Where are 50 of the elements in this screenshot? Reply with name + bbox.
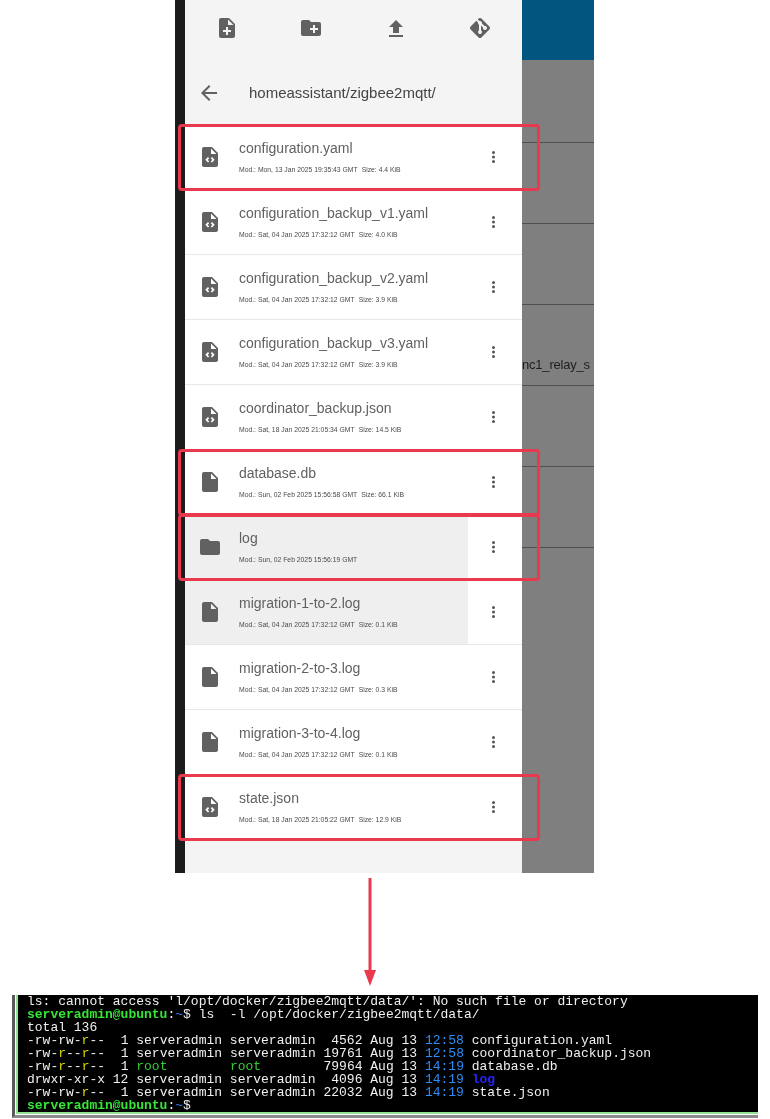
new-folder-icon[interactable] — [301, 20, 322, 36]
terminal-line: ls: cannot access 'l/opt/docker/zigbee2mqtt/data/': No such file or directory — [27, 995, 628, 1008]
code-file-icon — [202, 277, 218, 297]
terminal-line: -rw-rw-r-- 1 serveradmin serveradmin 4562 Aug 13 12:58 configuration.yaml — [27, 1034, 613, 1047]
more-options-icon[interactable] — [491, 801, 495, 813]
file-name: migration-2-to-3.log — [239, 659, 361, 677]
more-options-icon[interactable] — [491, 216, 495, 228]
code-file-icon — [202, 407, 218, 427]
terminal-line: serveradmin@ubuntu:~$ ls -l /opt/docker/zigbee2mqtt/data/ — [27, 1008, 480, 1021]
more-options-icon[interactable] — [491, 541, 495, 553]
app-header-bar — [522, 0, 594, 60]
branch-diamond-icon[interactable] — [469, 18, 490, 38]
folder-path: homeassistant/zigbee2mqtt/ — [249, 84, 436, 101]
terminal-line: -rw-r--r-- 1 serveradmin serveradmin 19761 Aug 13 12:58 coordinator_backup.json — [27, 1047, 652, 1060]
file-name: coordinator_backup.json — [239, 399, 392, 417]
file-name: configuration_backup_v3.yaml — [239, 334, 429, 352]
new-file-icon[interactable] — [219, 18, 236, 38]
file-name: log — [239, 529, 258, 547]
terminal-line: drwxr-xr-x 12 serveradmin serveradmin 4096 Aug 13 14:19 log — [27, 1073, 496, 1086]
terminal-line: total 136 — [27, 1021, 98, 1034]
file-name: configuration_backup_v2.yaml — [239, 269, 429, 287]
back-arrow-icon[interactable] — [201, 84, 217, 101]
file-name: database.db — [239, 464, 317, 482]
file-icon — [202, 602, 218, 622]
file-name: migration-3-to-4.log — [239, 724, 361, 742]
terminal-line: -rw-rw-r-- 1 serveradmin serveradmin 22032 Aug 13 14:19 state.json — [27, 1086, 550, 1099]
file-name: configuration_backup_v1.yaml — [239, 204, 429, 222]
terminal-line: serveradmin@ubuntu:~$ — [27, 1099, 191, 1112]
code-file-icon — [202, 797, 218, 817]
more-options-icon[interactable] — [491, 476, 495, 488]
code-file-icon — [202, 212, 218, 232]
file-icon — [202, 732, 218, 752]
list-item-text: nc1_relay_s — [522, 357, 590, 373]
more-options-icon[interactable] — [491, 281, 495, 293]
more-options-icon[interactable] — [491, 671, 495, 683]
more-options-icon[interactable] — [491, 346, 495, 358]
upload-icon[interactable] — [388, 19, 403, 37]
file-icon — [202, 667, 218, 687]
more-options-icon[interactable] — [491, 411, 495, 423]
terminal-line: -rw-r--r-- 1 root root 79964 Aug 13 14:19 database.db — [27, 1060, 558, 1073]
more-options-icon[interactable] — [491, 736, 495, 748]
file-name: configuration.yaml — [239, 139, 353, 157]
more-options-icon[interactable] — [491, 606, 495, 618]
file-icon — [202, 472, 218, 492]
file-name: migration-1-to-2.log — [239, 594, 361, 612]
code-file-icon — [202, 147, 218, 167]
more-options-icon[interactable] — [491, 151, 495, 163]
code-file-icon — [202, 342, 218, 362]
folder-icon — [200, 539, 220, 555]
file-name: state.json — [239, 789, 299, 807]
